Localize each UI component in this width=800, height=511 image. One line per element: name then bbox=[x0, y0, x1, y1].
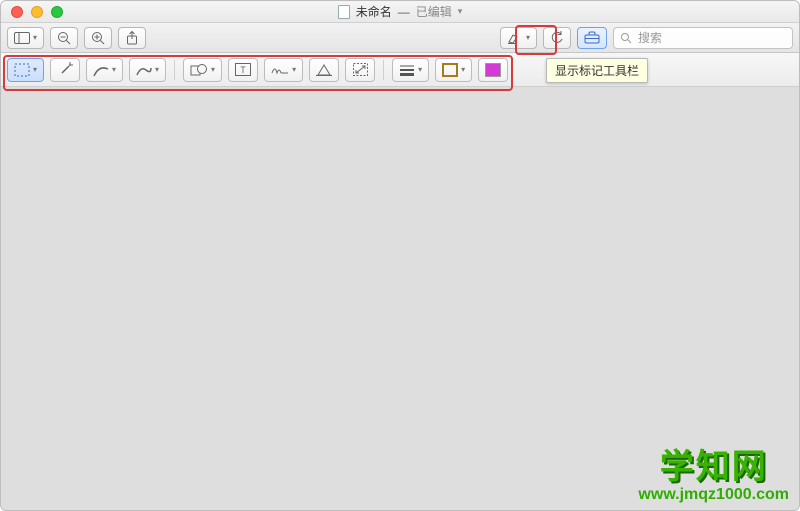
shapes-icon bbox=[190, 63, 208, 77]
watermark-url: www.jmqz1000.com bbox=[638, 486, 789, 504]
markup-toolbar: ▾ ▾ ▾ ▾ T ▾ bbox=[1, 53, 799, 87]
chevron-down-icon: ▾ bbox=[33, 33, 37, 42]
draw-tool-button[interactable]: ▾ bbox=[129, 58, 166, 82]
minimize-window-button[interactable] bbox=[31, 6, 43, 18]
document-canvas[interactable] bbox=[1, 87, 799, 510]
search-field[interactable]: 搜索 bbox=[613, 27, 793, 49]
zoom-out-icon bbox=[57, 31, 71, 45]
line-weight-button[interactable]: ▾ bbox=[392, 58, 429, 82]
selection-tool-button[interactable]: ▾ bbox=[7, 58, 44, 82]
text-box-icon: T bbox=[235, 63, 251, 76]
close-window-button[interactable] bbox=[11, 6, 23, 18]
edited-status: 已编辑 bbox=[416, 3, 452, 20]
search-icon bbox=[620, 32, 632, 44]
highlight-button[interactable]: ▾ bbox=[500, 27, 537, 49]
window-title-group[interactable]: 未命名 — 已编辑 ▾ bbox=[338, 3, 463, 20]
resize-icon bbox=[353, 63, 368, 76]
signature-icon bbox=[271, 64, 289, 76]
toolbar-separator bbox=[383, 60, 384, 80]
share-icon bbox=[126, 31, 138, 45]
text-tool-button[interactable]: T bbox=[228, 58, 258, 82]
sign-button[interactable]: ▾ bbox=[264, 58, 303, 82]
chevron-down-icon: ▾ bbox=[155, 65, 159, 74]
chevron-down-icon: ▾ bbox=[112, 65, 116, 74]
zoom-in-icon bbox=[91, 31, 105, 45]
zoom-out-button[interactable] bbox=[50, 27, 78, 49]
highlighter-icon bbox=[507, 32, 523, 44]
adjust-size-button[interactable] bbox=[345, 58, 375, 82]
zoom-window-button[interactable] bbox=[51, 6, 63, 18]
markup-toolbar-button[interactable] bbox=[577, 27, 607, 49]
shapes-button[interactable]: ▾ bbox=[183, 58, 222, 82]
fill-color-swatch bbox=[485, 63, 501, 77]
brush-icon bbox=[136, 63, 152, 77]
document-icon bbox=[338, 5, 350, 19]
edited-separator: — bbox=[398, 5, 410, 19]
toolbar-separator bbox=[174, 60, 175, 80]
rotate-button[interactable] bbox=[543, 27, 571, 49]
titlebar: 未命名 — 已编辑 ▾ bbox=[1, 1, 799, 23]
share-button[interactable] bbox=[118, 27, 146, 49]
chevron-down-icon: ▾ bbox=[33, 65, 37, 74]
markup-tooltip: 显示标记工具栏 bbox=[546, 58, 648, 83]
chevron-down-icon: ▾ bbox=[418, 65, 422, 74]
adjust-icon bbox=[316, 63, 332, 76]
document-name: 未命名 bbox=[356, 3, 392, 20]
magic-wand-icon bbox=[58, 62, 73, 77]
toolbox-icon bbox=[584, 31, 600, 44]
sketch-tool-button[interactable]: ▾ bbox=[86, 58, 123, 82]
watermark: 学知网 www.jmqz1000.com bbox=[638, 449, 789, 504]
sidebar-icon bbox=[14, 32, 30, 44]
traffic-lights bbox=[11, 6, 63, 18]
sidebar-toggle-button[interactable]: ▾ bbox=[7, 27, 44, 49]
watermark-title: 学知网 bbox=[638, 449, 789, 486]
chevron-down-icon: ▾ bbox=[292, 65, 296, 74]
rect-select-icon bbox=[14, 63, 30, 77]
app-window: 未命名 — 已编辑 ▾ ▾ ▾ bbox=[0, 0, 800, 511]
pencil-icon bbox=[93, 63, 109, 77]
main-toolbar: ▾ ▾ 搜索 bbox=[1, 23, 799, 53]
line-weight-icon bbox=[399, 64, 415, 76]
chevron-down-icon: ▾ bbox=[526, 33, 530, 42]
chevron-down-icon: ▾ bbox=[458, 6, 463, 17]
chevron-down-icon: ▾ bbox=[461, 65, 465, 74]
border-color-swatch bbox=[442, 63, 458, 77]
search-placeholder: 搜索 bbox=[638, 29, 662, 46]
svg-text:T: T bbox=[240, 65, 246, 75]
fill-color-button[interactable] bbox=[478, 58, 508, 82]
adjust-color-button[interactable] bbox=[309, 58, 339, 82]
instant-alpha-button[interactable] bbox=[50, 58, 80, 82]
chevron-down-icon: ▾ bbox=[211, 65, 215, 74]
zoom-in-button[interactable] bbox=[84, 27, 112, 49]
rotate-icon bbox=[550, 31, 564, 45]
border-color-button[interactable]: ▾ bbox=[435, 58, 472, 82]
